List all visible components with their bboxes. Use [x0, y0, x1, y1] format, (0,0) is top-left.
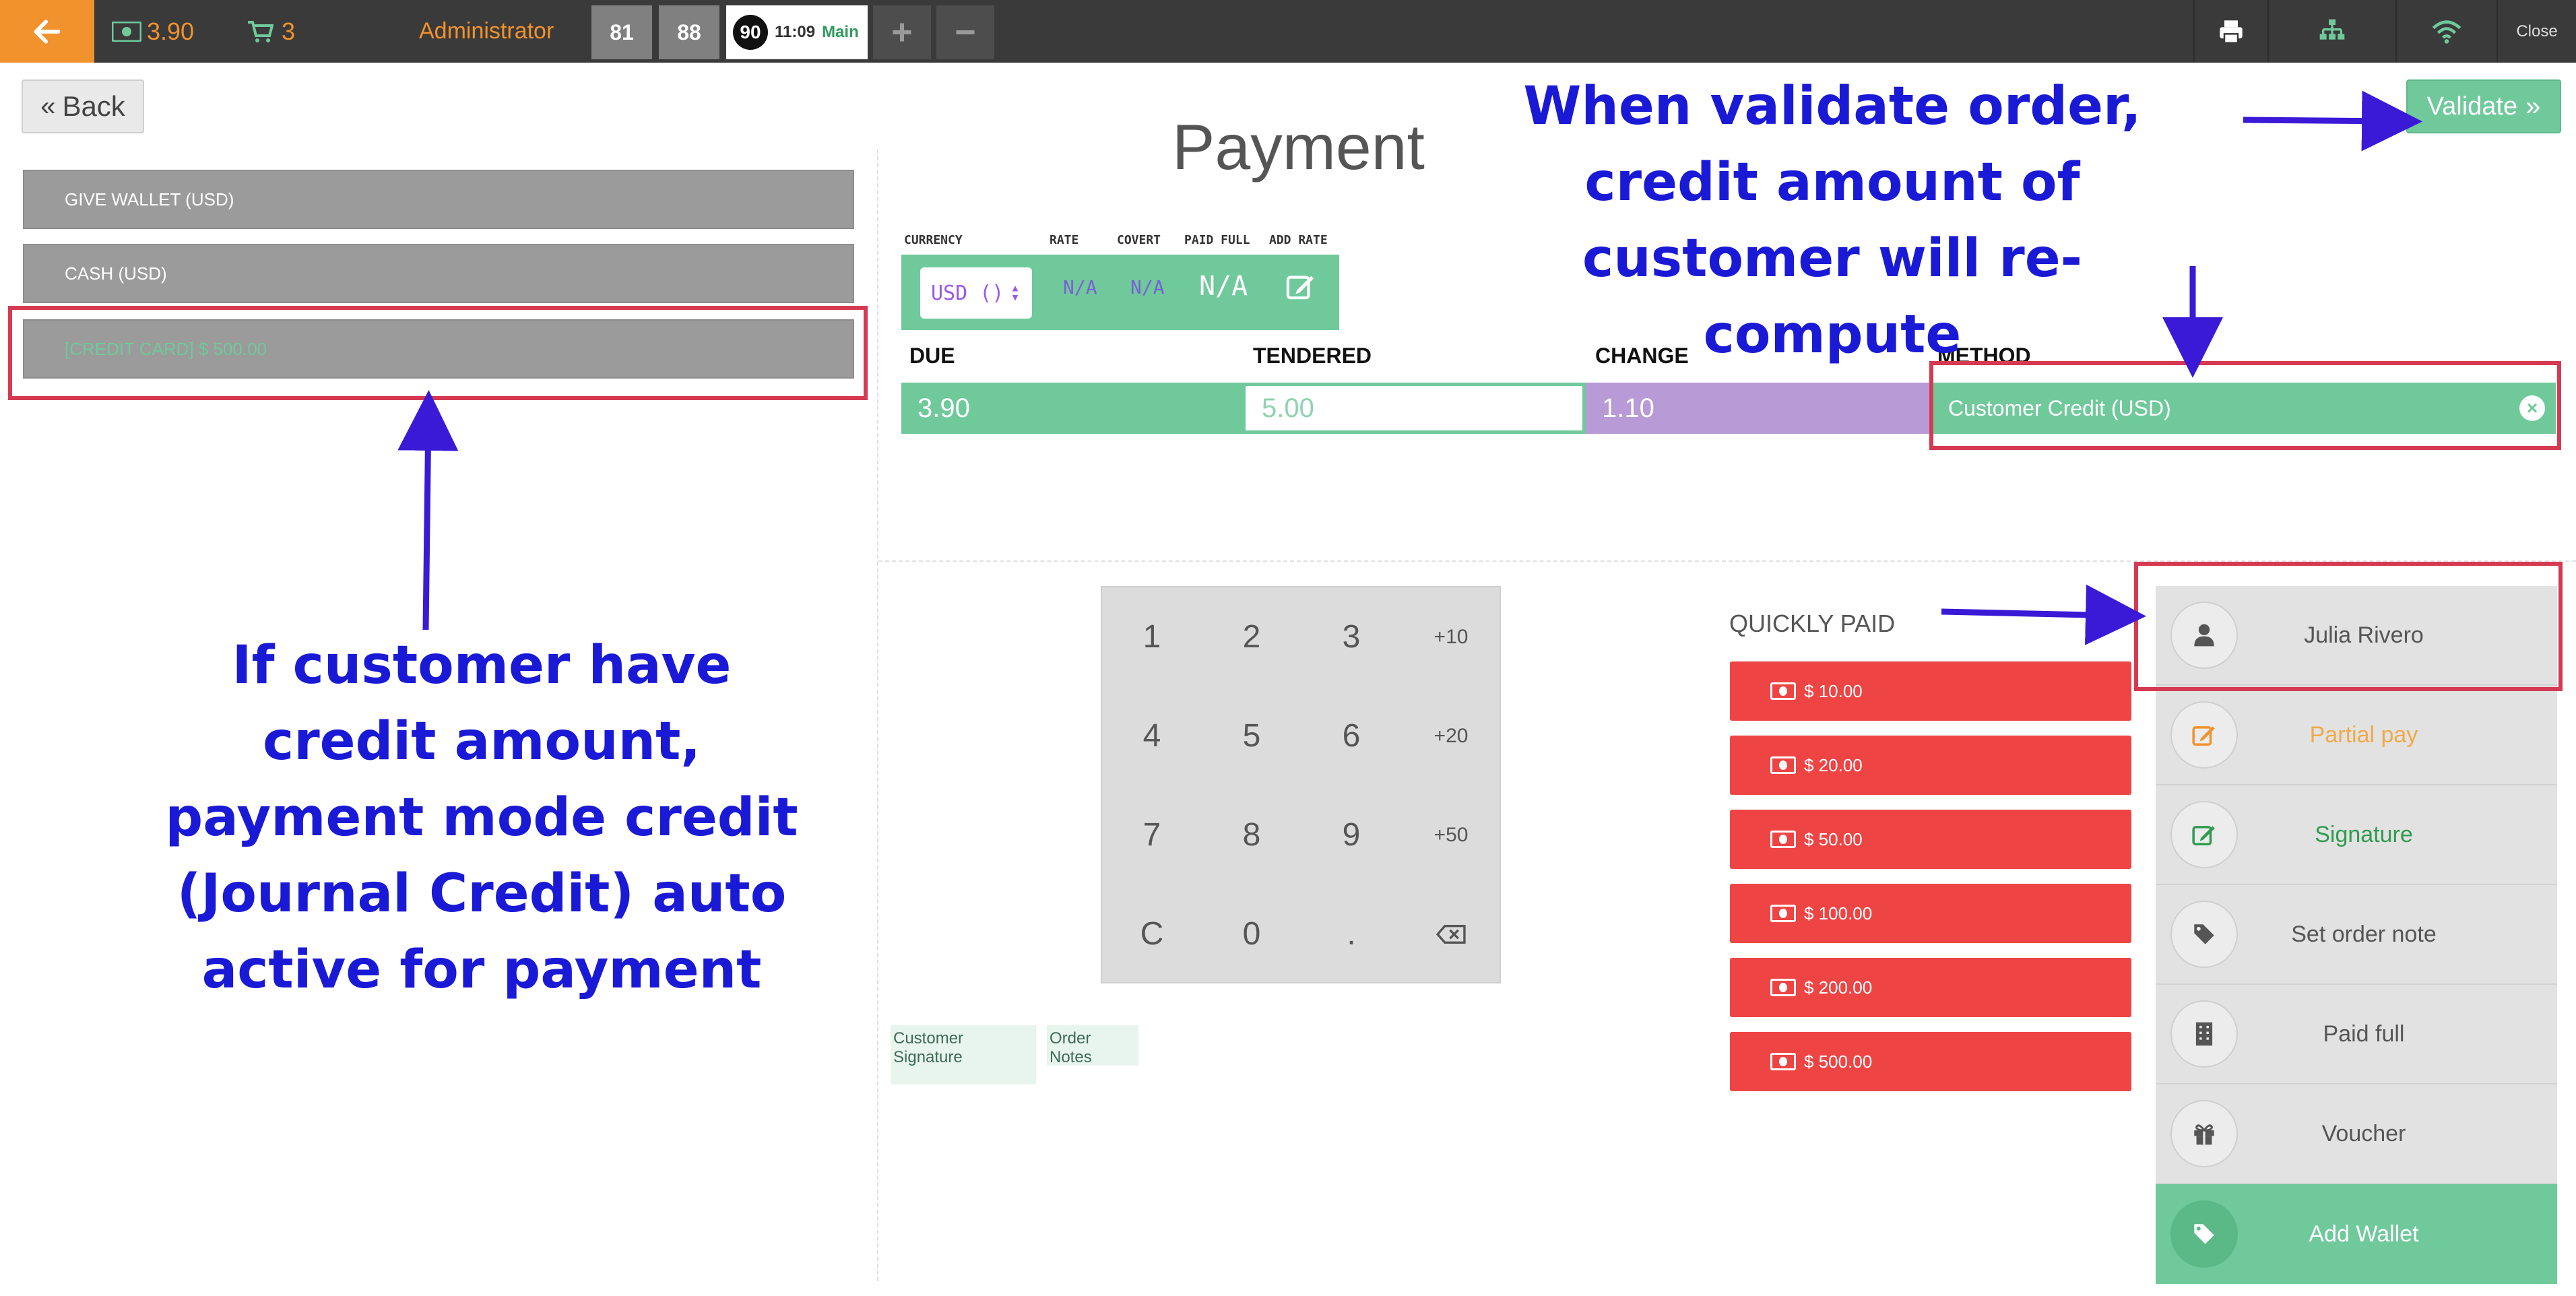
annotation-top-line-2: credit amount of [1584, 152, 2080, 213]
annotation-left-line-4: (Journal Credit) auto [176, 864, 787, 924]
arrow-to-validate [2243, 90, 2422, 152]
annotation-top-line-1: When validate order, [1523, 76, 2142, 137]
annotation-left-line-3: payment mode credit [165, 787, 798, 848]
annotation-left-line-1: If customer have [232, 635, 732, 696]
annotation-left-line-2: credit amount, [262, 711, 701, 772]
arrow-to-credit-card [397, 390, 459, 630]
annotation-top-line-3: customer will re-compute [1582, 228, 2083, 365]
annotation-left: If customer have credit amount, payment … [47, 628, 916, 1008]
arrow-to-customer [1941, 584, 2146, 645]
annotation-left-line-5: active for payment [201, 940, 762, 1000]
annotation-top: When validate order, credit amount of cu… [1469, 69, 2196, 373]
